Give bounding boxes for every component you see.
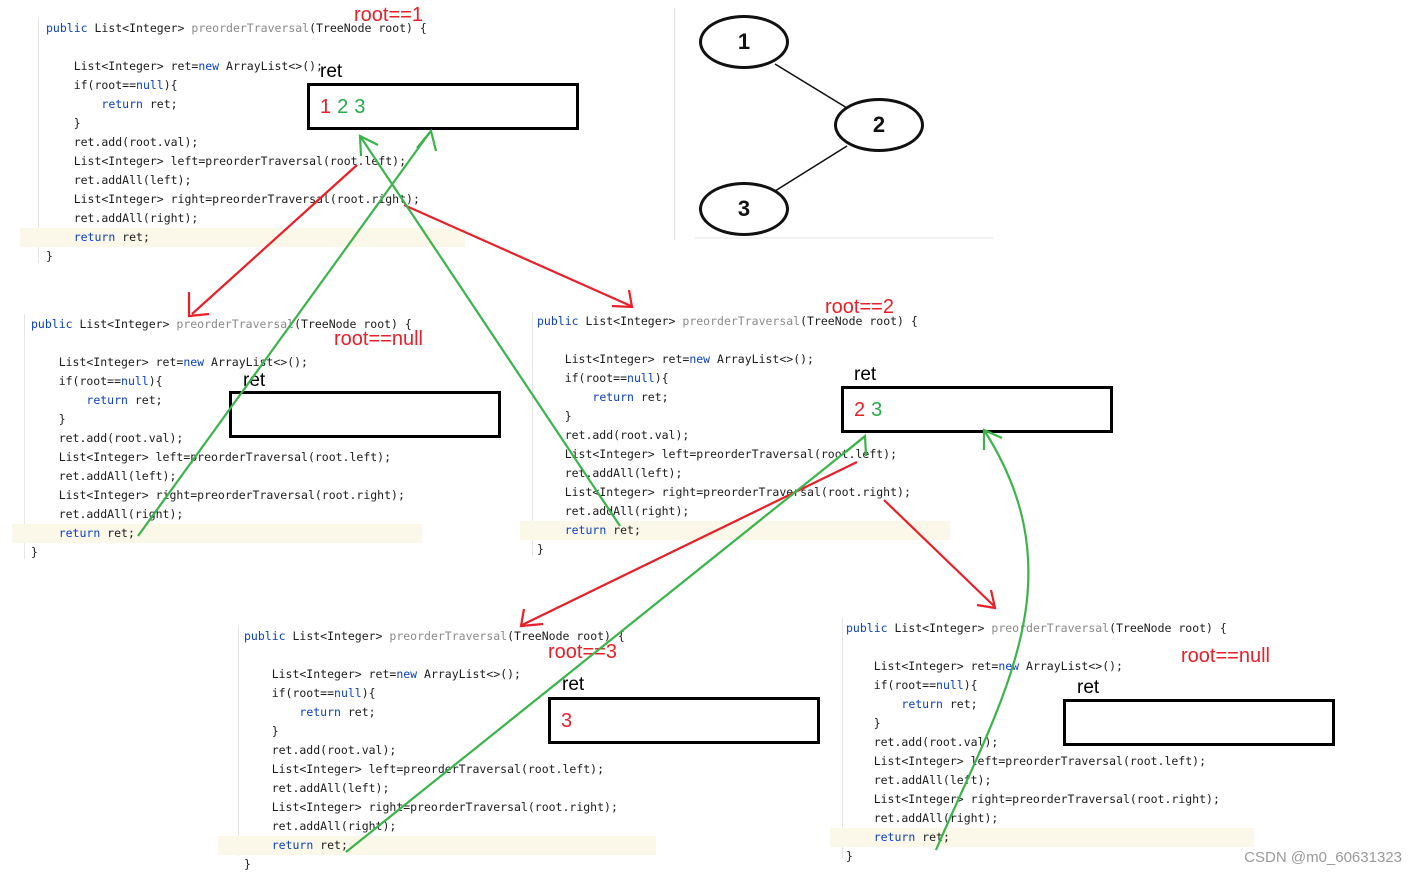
- code-line: ret.addAll(left);: [537, 466, 683, 480]
- code-line: if(root==null){: [31, 374, 163, 388]
- code-line: }: [31, 412, 66, 426]
- code-line: ret.addAll(right);: [244, 819, 397, 833]
- call-arrowhead-2: [611, 289, 634, 309]
- tree-node-3-label: 3: [737, 196, 751, 221]
- code-line: ret.add(root.val);: [31, 431, 184, 445]
- ret-value: 3: [561, 710, 573, 732]
- tree-node-1: 1: [699, 15, 789, 69]
- code-line: }: [244, 724, 279, 738]
- code-line: ret.addAll(left);: [46, 173, 192, 187]
- code-line: List<Integer> left=preorderTraversal(roo…: [846, 754, 1207, 768]
- code-line: List<Integer> right=preorderTraversal(ro…: [846, 792, 1220, 806]
- code-line: List<Integer> ret=new ArrayList<>();: [46, 59, 323, 73]
- root-label-3: root==2: [825, 296, 894, 318]
- code-line: ret.add(root.val);: [537, 428, 690, 442]
- code-line: List<Integer> left=preorderTraversal(roo…: [46, 154, 407, 168]
- code-line: return ret;: [299, 705, 376, 719]
- code-line: ret.addAll(left);: [846, 773, 992, 787]
- code-line: if(root==null){: [846, 678, 978, 692]
- ret-box-3: 23: [841, 386, 1113, 433]
- ret-label-1: ret: [320, 61, 343, 82]
- code-line: return ret;: [520, 521, 950, 540]
- call-arrowhead-4: [976, 589, 997, 610]
- ret-value: 3: [871, 399, 883, 421]
- code-line: List<Integer> right=preorderTraversal(ro…: [537, 485, 911, 499]
- ret-label-3: ret: [854, 364, 877, 385]
- code-line: ret.addAll(left);: [244, 781, 390, 795]
- code-line: }: [846, 849, 853, 863]
- code-line: ret.addAll(left);: [31, 469, 177, 483]
- code-line: List<Integer> left=preorderTraversal(roo…: [537, 447, 898, 461]
- code-line: if(root==null){: [46, 78, 178, 92]
- code-line: return ret;: [86, 393, 163, 407]
- code-line: List<Integer> ret=new ArrayList<>();: [31, 355, 308, 369]
- code-line: return ret;: [592, 390, 669, 404]
- code-line: List<Integer> right=preorderTraversal(ro…: [244, 800, 618, 814]
- code-line: ret.addAll(right);: [31, 507, 184, 521]
- code-line: }: [31, 545, 38, 559]
- code-line: }: [46, 116, 81, 130]
- ret-values-1: 123: [320, 96, 371, 119]
- ret-value: 2: [854, 399, 866, 421]
- code-line: List<Integer> right=preorderTraversal(ro…: [31, 488, 405, 502]
- ret-value: 1: [320, 96, 332, 118]
- ret-label-5: ret: [1077, 677, 1100, 698]
- tree-node-2-label: 2: [872, 112, 886, 137]
- watermark: CSDN @m0_60631323: [1244, 849, 1402, 866]
- code-line: return ret;: [20, 228, 465, 247]
- code-line: List<Integer> ret=new ArrayList<>();: [846, 659, 1123, 673]
- code-line: public List<Integer> preorderTraversal(T…: [846, 621, 1227, 635]
- root-label-2: root==null: [334, 328, 423, 350]
- ret-label-2: ret: [243, 370, 266, 391]
- code-line: List<Integer> right=preorderTraversal(ro…: [46, 192, 420, 206]
- root-label-1: root==1: [354, 4, 423, 26]
- tree-node-3: 3: [699, 182, 789, 236]
- code-line: if(root==null){: [244, 686, 376, 700]
- return-arrowhead-4: [982, 428, 1003, 450]
- code-line: ret.addAll(right);: [46, 211, 199, 225]
- ret-label-4: ret: [562, 674, 585, 695]
- code-line: ret.addAll(right);: [846, 811, 999, 825]
- tree-node-1-label: 1: [737, 29, 751, 54]
- tree-diagram: 1 2 3: [674, 8, 995, 240]
- code-line: List<Integer> left=preorderTraversal(roo…: [31, 450, 392, 464]
- tree-node-2: 2: [834, 98, 924, 152]
- code-line: List<Integer> left=preorderTraversal(roo…: [244, 762, 605, 776]
- ret-box-2: [229, 391, 501, 438]
- ret-box-5: [1063, 699, 1335, 746]
- code-line: return ret;: [830, 828, 1254, 847]
- ret-value: 3: [354, 96, 366, 118]
- code-line: }: [537, 542, 544, 556]
- root-label-4: root==3: [548, 641, 617, 663]
- code-line: ret.add(root.val);: [46, 135, 199, 149]
- root-label-5: root==null: [1181, 645, 1270, 667]
- code-line: List<Integer> ret=new ArrayList<>();: [244, 667, 521, 681]
- ret-values-4: 3: [561, 710, 578, 733]
- code-line: }: [537, 409, 572, 423]
- code-line: }: [244, 857, 251, 871]
- code-line: }: [46, 249, 53, 263]
- code-line: return ret;: [218, 836, 656, 855]
- call-arrowhead-1: [187, 292, 210, 318]
- code-line: return ret;: [101, 97, 178, 111]
- ret-values-3: 23: [854, 399, 888, 422]
- code-line: List<Integer> ret=new ArrayList<>();: [537, 352, 814, 366]
- ret-box-1: 123: [307, 83, 579, 130]
- code-line: ret.addAll(right);: [537, 504, 690, 518]
- call-arrowhead-3: [519, 608, 544, 628]
- code-line: ret.add(root.val);: [244, 743, 397, 757]
- code-line: return ret;: [901, 697, 978, 711]
- ret-box-4: 3: [548, 697, 820, 744]
- code-line: return ret;: [12, 524, 422, 543]
- code-line: ret.add(root.val);: [846, 735, 999, 749]
- code-line: if(root==null){: [537, 371, 669, 385]
- code-line: }: [846, 716, 881, 730]
- ret-value: 2: [337, 96, 349, 118]
